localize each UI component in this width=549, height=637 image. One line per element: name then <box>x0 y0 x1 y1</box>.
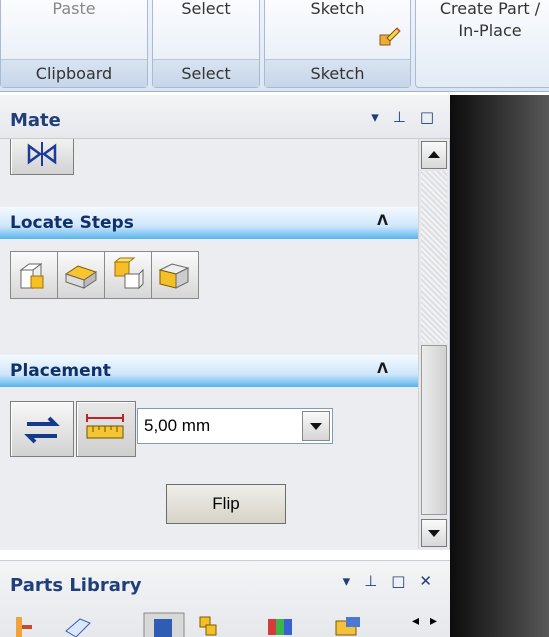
reverse-direction-button[interactable] <box>10 401 74 457</box>
select-group: Select Select <box>152 0 260 88</box>
panel-maximize-icon[interactable]: □ <box>391 573 405 589</box>
scroll-down-icon <box>428 530 440 537</box>
graphics-viewport[interactable] <box>450 95 549 637</box>
sketch-button[interactable]: Sketch <box>265 0 410 18</box>
panel-scrollbar[interactable] <box>418 139 448 549</box>
nav-next-icon[interactable]: ▸ <box>430 613 437 629</box>
panel-dropdown-icon[interactable]: ▾ <box>343 573 351 589</box>
locate-step-1-icon <box>19 263 44 289</box>
locate-step-2-button[interactable] <box>57 251 105 299</box>
locate-steps-collapse-icon[interactable]: ᐱ <box>377 213 388 229</box>
scroll-down-button[interactable] <box>421 519 447 547</box>
parts-library-panel: Parts Library ▾ ⊥ □ ✕ ◂ ▸ <box>0 560 450 637</box>
mate-panel-tools: ▾ ⊥ □ <box>371 109 434 125</box>
locate-step-1-button[interactable] <box>10 251 58 299</box>
new-sheet-icon <box>65 618 91 637</box>
panel-maximize-icon[interactable]: □ <box>420 109 434 125</box>
assembly-icon <box>199 616 217 636</box>
locate-steps-title: Locate Steps <box>10 213 134 233</box>
offset-value-text: 5,00 mm <box>144 416 211 435</box>
parts-library-toolbar: ◂ ▸ <box>6 611 446 637</box>
locate-step-4-button[interactable] <box>151 251 199 299</box>
properties-icon <box>335 617 360 636</box>
offset-value-combobox[interactable]: 5,00 mm <box>137 408 333 444</box>
locate-steps-toolbar <box>10 251 220 299</box>
sketch-caption: Sketch <box>265 59 410 87</box>
ruler-icon <box>86 414 124 439</box>
select-button[interactable]: Select <box>153 0 259 18</box>
panel-pin-icon[interactable]: ⊥ <box>364 573 377 589</box>
locate-step-4-icon <box>158 263 190 289</box>
mate-panel: Mate ▾ ⊥ □ Locate Steps ᐱ Placement ᐱ 5,… <box>0 95 450 550</box>
select-caption: Select <box>153 59 259 87</box>
library-view-icon <box>143 612 185 637</box>
mate-flip-button[interactable] <box>10 139 74 175</box>
locate-step-3-icon <box>113 257 144 290</box>
mate-panel-title: Mate <box>10 110 61 131</box>
parts-library-title: Parts Library <box>10 575 142 596</box>
offset-mode-button[interactable] <box>76 401 136 457</box>
clipboard-group: Paste Clipboard <box>0 0 148 88</box>
scroll-track[interactable] <box>421 171 447 343</box>
parts-library-tools: ▾ ⊥ □ ✕ <box>343 573 432 589</box>
create-part-button[interactable]: Create Part / In-Place <box>416 0 549 40</box>
panel-close-icon[interactable]: ✕ <box>419 573 432 589</box>
mate-flip-icon <box>27 142 57 166</box>
flip-button[interactable]: Flip <box>166 484 286 524</box>
scroll-thumb[interactable] <box>421 345 447 515</box>
panel-pin-icon[interactable]: ⊥ <box>393 109 406 125</box>
create-part-group: Create Part / In-Place <box>415 0 549 88</box>
parts-library-icons <box>16 612 360 637</box>
create-part-label-1: Create Part / <box>439 0 541 18</box>
palette-icon <box>268 619 292 635</box>
locate-steps-header[interactable]: Locate Steps ᐱ <box>0 207 418 239</box>
panel-dropdown-icon[interactable]: ▾ <box>371 109 379 125</box>
clipboard-caption: Clipboard <box>1 59 147 87</box>
placement-header[interactable]: Placement ᐱ <box>0 355 418 387</box>
placement-title: Placement <box>10 361 111 381</box>
sketch-icon[interactable] <box>377 24 401 48</box>
scroll-up-button[interactable] <box>421 141 447 169</box>
mate-panel-header: Mate ▾ ⊥ □ <box>0 95 450 139</box>
locate-step-2-icon <box>64 265 98 289</box>
swap-arrows-icon <box>24 416 60 444</box>
folder-tree-icon <box>16 617 32 637</box>
paste-button[interactable]: Paste <box>1 0 147 18</box>
chevron-down-icon <box>310 423 322 430</box>
create-part-label-2: In-Place <box>458 21 522 40</box>
scroll-up-icon <box>428 151 440 158</box>
sketch-group: Sketch Sketch <box>264 0 411 88</box>
offset-dropdown-button[interactable] <box>302 411 330 441</box>
placement-collapse-icon[interactable]: ᐱ <box>377 361 388 377</box>
locate-step-3-button[interactable] <box>104 251 152 299</box>
nav-prev-icon[interactable]: ◂ <box>412 613 419 629</box>
ribbon: Paste Clipboard Select Select Sketch Ske… <box>0 0 549 92</box>
